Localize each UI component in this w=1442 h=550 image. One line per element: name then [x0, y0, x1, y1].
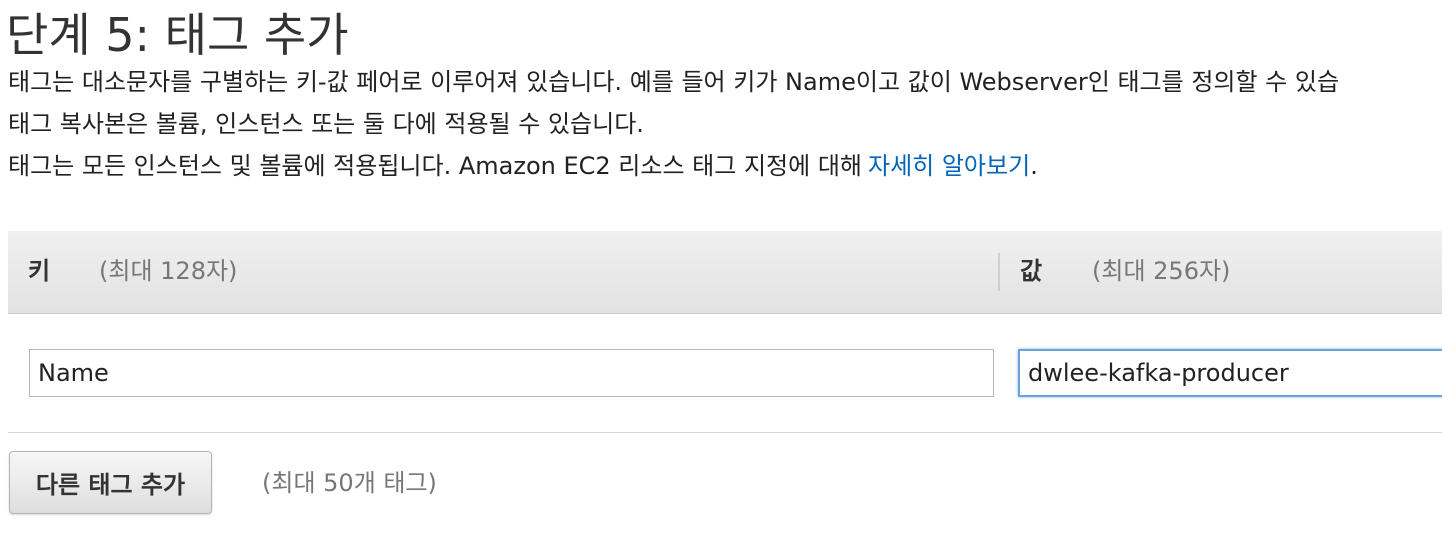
- page-title: 단계 5: 태그 추가: [6, 8, 349, 62]
- description-line-2: 태그 복사본은 볼륨, 인스턴스 또는 둘 다에 적용될 수 있습니다.: [8, 110, 644, 138]
- learn-more-link[interactable]: 자세히 알아보기: [868, 152, 1030, 180]
- value-column-title: 값: [1020, 257, 1043, 285]
- description-line-3-suffix: .: [1030, 152, 1038, 180]
- tag-table-header: 키 (최대 128자) 값 (최대 256자): [8, 231, 1442, 314]
- value-column-hint: (최대 256자): [1092, 257, 1231, 285]
- row-divider: [8, 432, 1442, 433]
- add-another-tag-button[interactable]: 다른 태그 추가: [9, 451, 212, 514]
- tag-key-input[interactable]: [29, 349, 994, 397]
- description-line-3: 태그는 모든 인스턴스 및 볼륨에 적용됩니다. Amazon EC2 리소스 …: [8, 150, 1038, 182]
- key-column-hint: (최대 128자): [99, 257, 238, 285]
- key-column-title: 키: [28, 257, 51, 285]
- description-line-1: 태그는 대소문자를 구별하는 키-값 페어로 이루어져 있습니다. 예를 들어 …: [8, 68, 1340, 96]
- tag-value-input[interactable]: [1018, 349, 1442, 397]
- column-divider: [998, 253, 1000, 291]
- description-line-3-text: 태그는 모든 인스턴스 및 볼륨에 적용됩니다. Amazon EC2 리소스 …: [8, 152, 862, 180]
- max-tags-hint: (최대 50개 태그): [262, 469, 437, 497]
